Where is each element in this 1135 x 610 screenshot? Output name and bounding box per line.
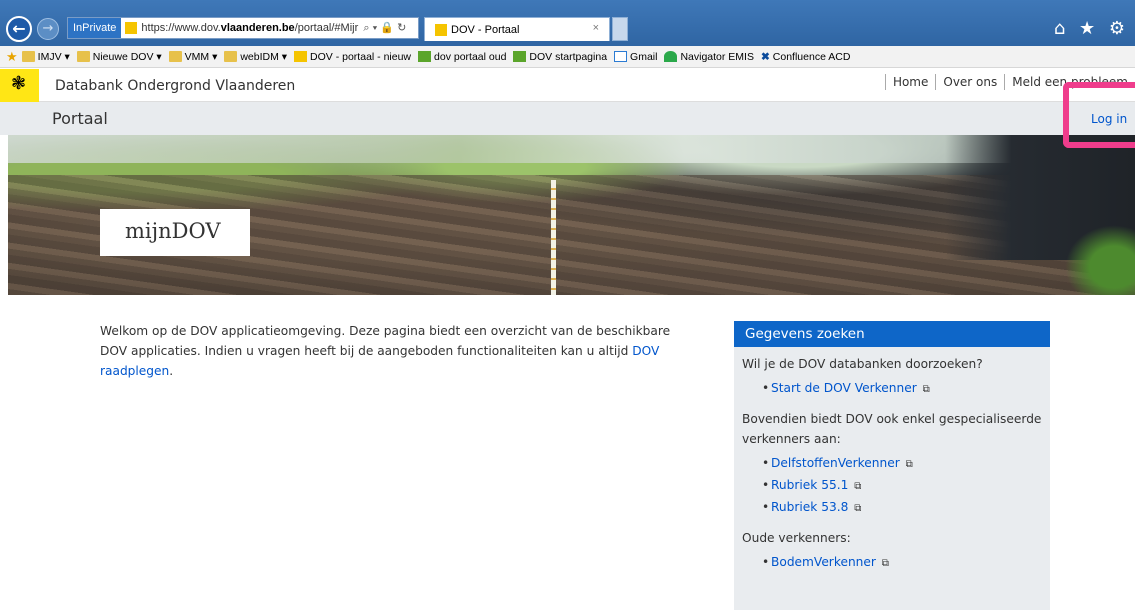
back-arrow-icon[interactable]: ← bbox=[6, 16, 32, 42]
site-header: ❃ Databank Ondergrond Vlaanderen Home Ov… bbox=[0, 69, 1135, 102]
site-name[interactable]: Databank Ondergrond Vlaanderen bbox=[55, 78, 295, 94]
list-item: Start de DOV Verkenner ⧉ bbox=[742, 378, 1050, 400]
web-page: ❃ Databank Ondergrond Vlaanderen Home Ov… bbox=[0, 69, 1135, 610]
hero-label: mijnDOV bbox=[100, 209, 250, 256]
url-text[interactable]: https://www.dov.vlaanderen.be/portaal/#M… bbox=[141, 22, 361, 34]
search-data-panel: Gegevens zoeken Wil je de DOV databanken… bbox=[734, 321, 1050, 610]
panel-title: Gegevens zoeken bbox=[734, 321, 1050, 347]
favorite-vmm[interactable]: VMM ▾ bbox=[168, 51, 217, 63]
forward-arrow-icon[interactable]: → bbox=[37, 18, 59, 40]
new-tab-button[interactable] bbox=[612, 17, 628, 41]
check-icon bbox=[513, 51, 527, 62]
tab-dov-portaal[interactable]: DOV - Portaal × bbox=[424, 17, 610, 41]
flanders-lion-logo-icon[interactable]: ❃ bbox=[0, 69, 39, 102]
panel-question-1: Wil je de DOV databanken doorzoeken? bbox=[742, 357, 983, 371]
check-icon bbox=[418, 51, 432, 62]
favorite-navigator-emis[interactable]: Navigator EMIS bbox=[664, 51, 754, 63]
home-star-gear-icons[interactable]: ⌂ ★ ⚙ bbox=[1054, 18, 1129, 39]
folder-icon bbox=[76, 51, 90, 62]
hero-banner-image: mijnDOV bbox=[8, 135, 1135, 295]
intro-text: Welkom op de DOV applicatieomgeving. Dez… bbox=[100, 324, 671, 378]
panel-question-2: Bovendien biedt DOV ook enkel gespeciali… bbox=[742, 412, 1042, 446]
favorite-nieuwe-dov[interactable]: Nieuwe DOV ▾ bbox=[76, 51, 162, 63]
delfstoffenverkenner-link[interactable]: DelfstoffenVerkenner bbox=[771, 456, 900, 470]
external-link-icon: ⧉ bbox=[854, 503, 862, 514]
confluence-icon: ✖ bbox=[760, 51, 770, 63]
favorite-imjv[interactable]: IMJV ▾ bbox=[21, 51, 70, 63]
rubriek-55-1-link[interactable]: Rubriek 55.1 bbox=[771, 478, 848, 492]
site-favicon-icon bbox=[125, 22, 138, 34]
portal-subheader: Portaal Log in bbox=[0, 102, 1135, 135]
start-dov-verkenner-link[interactable]: Start de DOV Verkenner bbox=[771, 381, 917, 395]
login-highlight-annotation bbox=[1063, 82, 1135, 148]
list-item: DelfstoffenVerkenner ⧉ bbox=[742, 453, 1050, 475]
favorite-dov-startpagina[interactable]: DOV startpagina bbox=[513, 51, 607, 63]
list-item: Rubriek 55.1 ⧉ bbox=[742, 475, 1050, 497]
favorite-webidm[interactable]: webIDM ▾ bbox=[224, 51, 287, 63]
folder-icon bbox=[21, 51, 35, 62]
favorite-confluence-acd[interactable]: ✖ Confluence ACD bbox=[760, 51, 850, 64]
tab-title: DOV - Portaal bbox=[451, 23, 520, 36]
nav-over-ons-link[interactable]: Over ons bbox=[935, 74, 1004, 90]
browser-titlebar: ← → InPrivate https://www.dov.vlaanderen… bbox=[0, 0, 1135, 46]
bodemverkenner-link[interactable]: BodemVerkenner bbox=[771, 555, 876, 569]
list-item: BodemVerkenner ⧉ bbox=[742, 552, 1050, 574]
external-link-icon: ⧉ bbox=[905, 459, 913, 470]
folder-icon bbox=[224, 51, 238, 62]
inprivate-badge: InPrivate bbox=[68, 18, 122, 38]
favorites-star-icon[interactable]: ★ bbox=[6, 49, 18, 65]
dov-icon bbox=[294, 51, 308, 62]
gmail-icon bbox=[614, 51, 628, 62]
soil-ruler bbox=[551, 180, 556, 295]
panel-question-3: Oude verkenners: bbox=[742, 531, 851, 545]
rubriek-53-8-link[interactable]: Rubriek 53.8 bbox=[771, 500, 848, 514]
folder-icon bbox=[168, 51, 182, 62]
address-bar[interactable]: InPrivate https://www.dov.vlaanderen.be/… bbox=[67, 17, 419, 39]
tab-close-icon[interactable]: × bbox=[593, 22, 599, 34]
external-link-icon: ⧉ bbox=[922, 384, 930, 395]
nav-home-link[interactable]: Home bbox=[884, 74, 935, 90]
favorites-bar: ★ IMJV ▾ Nieuwe DOV ▾ VMM ▾ webIDM ▾ DOV… bbox=[0, 46, 1135, 68]
tab-favicon-icon bbox=[435, 23, 447, 36]
list-item: Rubriek 53.8 ⧉ bbox=[742, 497, 1050, 519]
portal-title: Portaal bbox=[52, 109, 108, 128]
favorite-dov-portaal-nieuw[interactable]: DOV - portaal - nieuw bbox=[294, 51, 411, 63]
favorite-dov-portaal-oud[interactable]: dov portaal oud bbox=[418, 51, 506, 63]
external-link-icon: ⧉ bbox=[881, 558, 889, 569]
emis-icon bbox=[664, 51, 678, 62]
external-link-icon: ⧉ bbox=[854, 481, 862, 492]
address-bar-controls[interactable]: ⌕ ▾ 🔒 ↻ bbox=[363, 21, 406, 35]
favorite-gmail[interactable]: Gmail bbox=[614, 51, 657, 63]
